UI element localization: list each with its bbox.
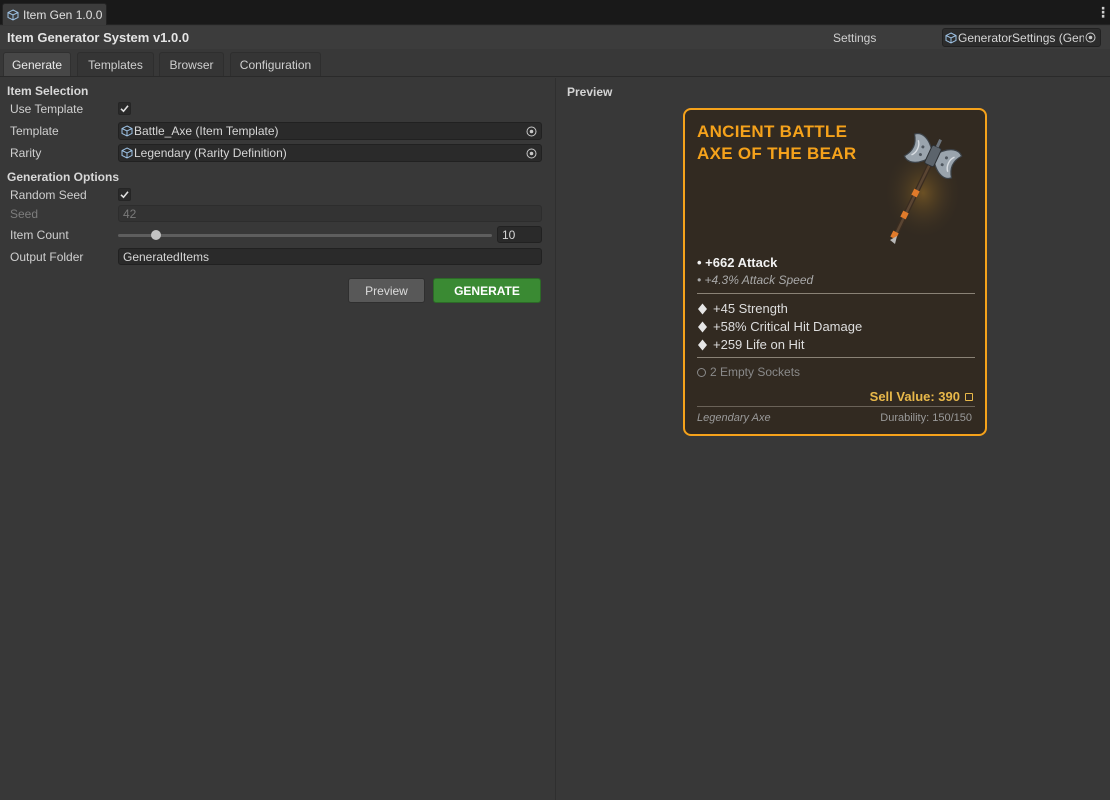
item-name: ANCIENT BATTLE AXE OF THE BEAR <box>697 122 857 163</box>
unity-object-icon <box>121 147 133 159</box>
item-count-slider-handle[interactable] <box>151 230 161 240</box>
primary-stat: • +662 Attack <box>697 255 778 270</box>
checkmark-icon <box>120 105 129 113</box>
preview-header: Preview <box>567 85 613 99</box>
item-count-field[interactable]: 10 <box>497 226 542 243</box>
preview-button[interactable]: Preview <box>348 278 425 303</box>
affix-separator <box>697 357 975 358</box>
kebab-menu-icon[interactable]: ⋮ <box>1096 4 1110 20</box>
object-picker-icon[interactable] <box>525 147 538 160</box>
footer-separator <box>697 406 975 407</box>
tab-browser[interactable]: Browser <box>159 52 224 76</box>
sockets-text: 2 Empty Sockets <box>710 365 801 379</box>
tab-configuration[interactable]: Configuration <box>230 52 321 76</box>
stats-separator <box>697 293 975 294</box>
affix-text: +58% Critical Hit Damage <box>713 319 863 334</box>
settings-label: Settings <box>833 31 877 45</box>
random-seed-checkbox[interactable] <box>118 188 131 201</box>
template-value: Battle_Axe (Item Template) <box>134 124 279 138</box>
template-label: Template <box>10 124 59 138</box>
settings-panel: Item Selection Use Template Template Bat… <box>0 78 555 800</box>
sell-value-text: Sell Value: 390 <box>869 389 960 404</box>
unity-object-icon <box>945 31 957 44</box>
checkmark-icon <box>120 191 129 199</box>
battle-axe-icon <box>883 133 963 244</box>
panel-divider[interactable] <box>555 78 556 800</box>
affix-text: +259 Life on Hit <box>713 337 805 352</box>
socket-ring-icon <box>697 367 706 377</box>
template-object-field[interactable]: Battle_Axe (Item Template) <box>118 122 542 140</box>
output-folder-label: Output Folder <box>10 250 84 264</box>
affix-line: +58% Critical Hit Damage <box>697 319 862 334</box>
diamond-bullet-icon <box>698 339 707 350</box>
window-tab-title: Item Gen 1.0.0 <box>23 7 103 22</box>
window-header: Item Generator System v1.0.0 Settings Ge… <box>0 26 1110 49</box>
unity-object-icon <box>121 125 133 137</box>
window-title: Item Generator System v1.0.0 <box>7 30 190 45</box>
item-count-slider-track[interactable] <box>118 234 492 237</box>
tab-generate[interactable]: Generate <box>3 52 71 76</box>
object-picker-icon[interactable] <box>1084 31 1097 44</box>
use-template-checkbox[interactable] <box>118 102 131 115</box>
rarity-label: Rarity <box>10 146 42 160</box>
random-seed-label: Random Seed <box>10 188 87 202</box>
item-preview-card: ANCIENT BATTLE AXE OF THE BEAR • +662 At… <box>683 108 987 436</box>
generation-options-header: Generation Options <box>7 170 120 184</box>
window-tab[interactable]: Item Gen 1.0.0 <box>2 3 107 25</box>
tab-bar: Generate Templates Browser Configuration <box>0 50 1110 77</box>
sockets-line: 2 Empty Sockets <box>697 365 800 379</box>
item-durability: Durability: 150/150 <box>880 412 972 424</box>
sell-value: Sell Value: 390 <box>870 389 973 404</box>
coin-icon <box>965 392 973 401</box>
affix-line: +45 Strength <box>697 301 788 316</box>
item-selection-header: Item Selection <box>7 84 89 98</box>
unity-object-icon <box>7 8 19 21</box>
settings-object-value: GeneratorSettings (Gene <box>958 30 1084 45</box>
item-count-label: Item Count <box>10 228 69 242</box>
diamond-bullet-icon <box>698 321 707 332</box>
affix-text: +45 Strength <box>713 301 788 316</box>
use-template-label: Use Template <box>10 102 84 116</box>
diamond-bullet-icon <box>698 303 707 314</box>
window-tab-strip: Item Gen 1.0.0 ⋮ <box>0 0 1110 25</box>
tab-templates[interactable]: Templates <box>77 52 154 76</box>
seed-field: 42 <box>118 205 542 222</box>
output-folder-field[interactable]: GeneratedItems <box>118 248 542 265</box>
secondary-stat: • +4.3% Attack Speed <box>697 273 814 287</box>
rarity-value: Legendary (Rarity Definition) <box>134 146 287 160</box>
object-picker-icon[interactable] <box>525 125 538 138</box>
affix-line: +259 Life on Hit <box>697 337 804 352</box>
seed-label: Seed <box>10 207 39 221</box>
rarity-object-field[interactable]: Legendary (Rarity Definition) <box>118 144 542 162</box>
generate-button[interactable]: GENERATE <box>433 278 541 303</box>
item-type: Legendary Axe <box>697 412 771 424</box>
settings-object-field[interactable]: GeneratorSettings (Gene <box>942 28 1101 47</box>
